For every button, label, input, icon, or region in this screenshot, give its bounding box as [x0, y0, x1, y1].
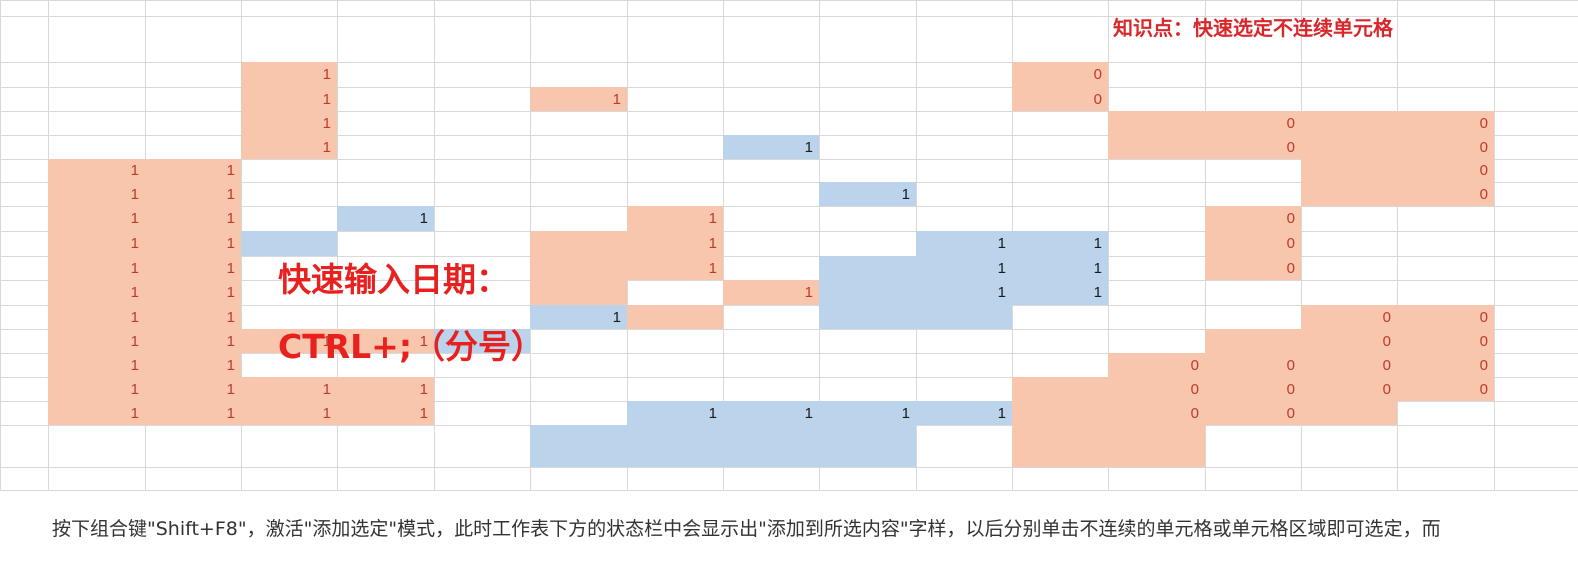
grid-row-line: [0, 62, 1578, 63]
spreadsheet-cell[interactable]: 1: [48, 206, 145, 231]
spreadsheet-cell[interactable]: 1: [48, 353, 145, 377]
grid-column-line: [434, 0, 435, 490]
spreadsheet-cell[interactable]: 0: [1397, 111, 1494, 135]
spreadsheet-cell[interactable]: 1: [530, 87, 627, 111]
spreadsheet-cell[interactable]: 0: [1205, 135, 1301, 159]
spreadsheet-cell[interactable]: 0: [1108, 377, 1205, 401]
spreadsheet-cell[interactable]: 0: [1301, 377, 1397, 401]
spreadsheet-cell[interactable]: 1: [145, 329, 241, 353]
grid-row-line: [0, 467, 1578, 468]
spreadsheet-cell[interactable]: 0: [1012, 87, 1108, 111]
spreadsheet-cell[interactable]: 1: [145, 206, 241, 231]
spreadsheet-cell[interactable]: 1: [916, 256, 1012, 280]
spreadsheet-cell[interactable]: 0: [1301, 329, 1397, 353]
spreadsheet-cell[interactable]: 1: [241, 377, 337, 401]
spreadsheet-cell[interactable]: 1: [916, 401, 1012, 425]
spreadsheet-cell[interactable]: 0: [1012, 62, 1108, 87]
grid-row-line: [0, 87, 1578, 88]
spreadsheet-cell[interactable]: 0: [1205, 353, 1301, 377]
caption-text: 按下组合键"Shift+F8"，激活"添加选定"模式，此时工作表下方的状态栏中会…: [52, 518, 1441, 540]
spreadsheet-cell[interactable]: 1: [627, 256, 723, 280]
spreadsheet-cell[interactable]: 1: [337, 401, 434, 425]
spreadsheet-cell[interactable]: 1: [145, 377, 241, 401]
grid-column-line: [1494, 0, 1495, 490]
spreadsheet-cell[interactable]: 1: [145, 353, 241, 377]
spreadsheet-cell[interactable]: 1: [48, 401, 145, 425]
orange-fill-block: [627, 305, 723, 329]
spreadsheet-cell[interactable]: 0: [1205, 377, 1301, 401]
spreadsheet-cell[interactable]: 0: [1108, 401, 1205, 425]
spreadsheet-cell[interactable]: 0: [1301, 305, 1397, 329]
spreadsheet-cell[interactable]: 1: [723, 280, 819, 305]
spreadsheet-cell[interactable]: 1: [723, 401, 819, 425]
spreadsheet-cell[interactable]: 1: [337, 377, 434, 401]
spreadsheet-cell[interactable]: 0: [1397, 135, 1494, 159]
spreadsheet-cell[interactable]: 1: [530, 305, 627, 329]
spreadsheet-cell[interactable]: 1: [145, 305, 241, 329]
spreadsheet-cell[interactable]: 1: [145, 280, 241, 305]
spreadsheet-cell[interactable]: 1: [48, 231, 145, 256]
spreadsheet-cell[interactable]: 0: [1397, 377, 1494, 401]
spreadsheet-cell[interactable]: 0: [1397, 159, 1494, 182]
spreadsheet-cell[interactable]: 0: [1397, 305, 1494, 329]
spreadsheet-cell[interactable]: 1: [48, 280, 145, 305]
grid-column-line: [1397, 0, 1398, 490]
spreadsheet-cell[interactable]: 1: [819, 401, 916, 425]
spreadsheet-cell[interactable]: 1: [916, 280, 1012, 305]
orange-fill-block: [1108, 111, 1205, 159]
spreadsheet-grid[interactable]: 1111001100000011111111111111111111111111…: [0, 0, 1578, 561]
spreadsheet-cell[interactable]: 1: [48, 182, 145, 206]
spreadsheet-cell[interactable]: 1: [48, 329, 145, 353]
grid-column-line: [0, 0, 1, 490]
spreadsheet-cell[interactable]: 1: [723, 135, 819, 159]
grid-row-line: [0, 0, 1578, 1]
spreadsheet-cell[interactable]: 0: [1205, 256, 1301, 280]
spreadsheet-cell[interactable]: 0: [1205, 206, 1301, 231]
spreadsheet-cell[interactable]: 1: [145, 159, 241, 182]
spreadsheet-cell[interactable]: 1: [1012, 256, 1108, 280]
overlay-title-line1: 快速输入日期：: [278, 260, 509, 299]
spreadsheet-cell[interactable]: 0: [1397, 329, 1494, 353]
spreadsheet-cell[interactable]: 1: [916, 231, 1012, 256]
spreadsheet-cell[interactable]: 0: [1108, 353, 1205, 377]
orange-fill-block: [530, 231, 627, 305]
spreadsheet-cell[interactable]: 1: [241, 135, 337, 159]
spreadsheet-cell[interactable]: 1: [337, 206, 434, 231]
spreadsheet-cell[interactable]: 1: [1012, 280, 1108, 305]
spreadsheet-cell[interactable]: 1: [48, 305, 145, 329]
spreadsheet-cell[interactable]: 1: [241, 62, 337, 87]
spreadsheet-cell[interactable]: 0: [1397, 353, 1494, 377]
overlay-title-line2: CTRL+;（分号）: [278, 327, 545, 366]
spreadsheet-cell[interactable]: 1: [627, 231, 723, 256]
orange-fill-block: [1301, 111, 1397, 206]
spreadsheet-cell[interactable]: 1: [145, 231, 241, 256]
spreadsheet-cell[interactable]: 1: [627, 401, 723, 425]
spreadsheet-cell[interactable]: 1: [48, 377, 145, 401]
spreadsheet-cell[interactable]: 0: [1301, 353, 1397, 377]
spreadsheet-cell[interactable]: 1: [1012, 231, 1108, 256]
spreadsheet-cell[interactable]: 1: [145, 182, 241, 206]
spreadsheet-cell[interactable]: 1: [241, 111, 337, 135]
spreadsheet-cell[interactable]: 0: [1205, 231, 1301, 256]
spreadsheet-cell[interactable]: 1: [819, 182, 916, 206]
spreadsheet-cell[interactable]: 0: [1205, 401, 1301, 425]
spreadsheet-cell[interactable]: 1: [241, 401, 337, 425]
spreadsheet-cell[interactable]: 1: [48, 159, 145, 182]
spreadsheet-cell[interactable]: 1: [145, 401, 241, 425]
knowledge-point-note: 知识点：快速选定不连续单元格: [1113, 16, 1393, 40]
spreadsheet-cell[interactable]: 0: [1397, 182, 1494, 206]
spreadsheet-cell[interactable]: 1: [627, 206, 723, 231]
blue-fill-block: [530, 425, 916, 467]
spreadsheet-cell[interactable]: 1: [241, 87, 337, 111]
spreadsheet-cell[interactable]: 1: [145, 256, 241, 280]
caption-divider: [0, 490, 1578, 491]
spreadsheet-cell[interactable]: 1: [48, 256, 145, 280]
spreadsheet-cell[interactable]: 0: [1205, 111, 1301, 135]
